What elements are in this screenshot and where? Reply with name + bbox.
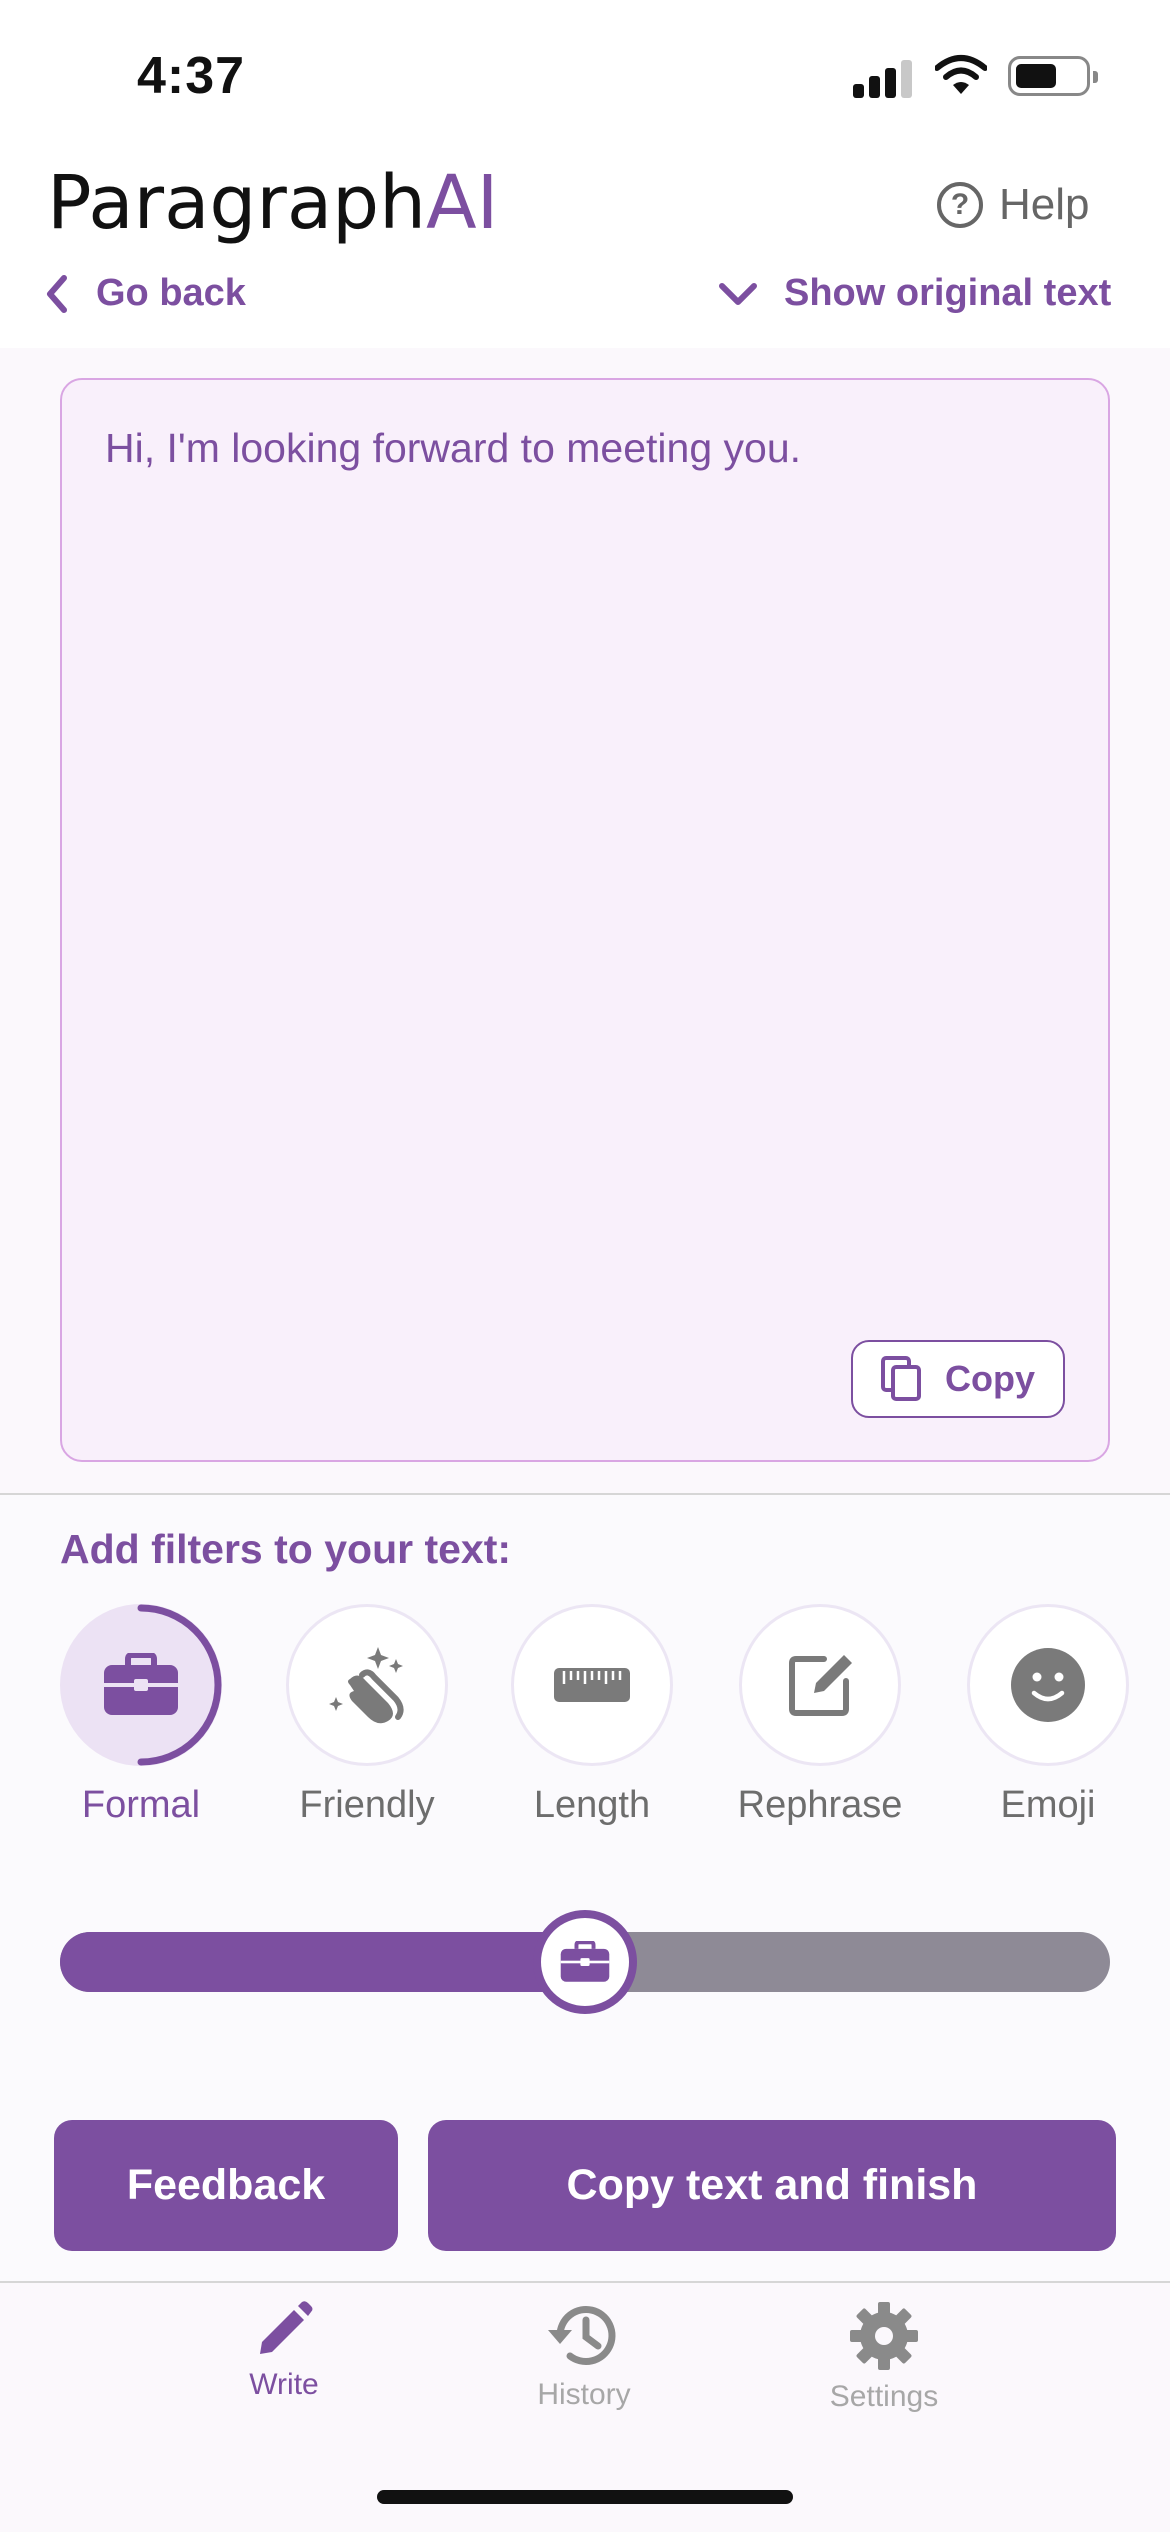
battery-icon xyxy=(1008,56,1098,96)
tab-label: Settings xyxy=(829,2380,939,2413)
filter-friendly-circle[interactable] xyxy=(286,1604,448,1766)
filter-length[interactable]: Length xyxy=(511,1604,673,1827)
tab-settings[interactable]: Settings xyxy=(774,2300,994,2414)
tab-history[interactable]: History xyxy=(474,2300,694,2412)
clapping-hands-icon xyxy=(329,1647,404,1724)
filter-label: Length xyxy=(533,1784,651,1826)
gear-icon xyxy=(850,2302,918,2370)
slider-thumb[interactable] xyxy=(533,1910,637,2014)
copy-label: Copy xyxy=(945,1358,1035,1399)
result-text-card[interactable] xyxy=(60,378,1110,1462)
home-indicator xyxy=(377,2490,793,2504)
chevron-down-icon xyxy=(719,282,757,305)
show-original-text-label: Show original text xyxy=(784,272,1112,314)
filter-label: Formal xyxy=(81,1784,201,1826)
logo-main: Paragraph xyxy=(47,160,427,246)
tab-write[interactable]: Write xyxy=(174,2300,394,2402)
filter-label: Rephrase xyxy=(737,1784,903,1826)
result-text[interactable]: Hi, I'm looking forward to meeting you. xyxy=(105,425,801,472)
filter-rephrase-circle[interactable] xyxy=(739,1604,901,1766)
copy-icon xyxy=(881,1356,921,1401)
go-back-button[interactable]: Go back xyxy=(44,272,246,315)
ruler-icon xyxy=(554,1668,630,1702)
copy-text-and-finish-button[interactable]: Copy text and finish xyxy=(428,2120,1116,2251)
filter-label: Emoji xyxy=(1000,1784,1096,1826)
logo-accent: AI xyxy=(426,160,499,246)
filter-friendly[interactable]: Friendly xyxy=(286,1604,448,1827)
filter-emoji-circle[interactable] xyxy=(967,1604,1129,1766)
filter-formal-circle[interactable] xyxy=(60,1604,222,1766)
copy-button[interactable]: Copy xyxy=(851,1340,1065,1418)
filter-progress-arc xyxy=(137,1604,222,1766)
filter-rephrase[interactable]: Rephrase xyxy=(737,1604,903,1827)
help-label: Help xyxy=(999,180,1090,229)
filter-label: Friendly xyxy=(299,1784,435,1826)
feedback-button[interactable]: Feedback xyxy=(54,2120,398,2251)
chevron-left-icon xyxy=(47,274,67,313)
help-button[interactable]: ? Help xyxy=(937,180,1090,230)
filter-emoji[interactable]: Emoji xyxy=(967,1604,1129,1827)
slider-fill xyxy=(60,1932,585,1992)
go-back-label: Go back xyxy=(96,272,246,314)
app-logo: ParagraphAI xyxy=(47,160,499,246)
filters-title: Add filters to your text: xyxy=(60,1526,512,1572)
show-original-text-button[interactable]: Show original text xyxy=(718,272,1111,315)
status-time: 4:37 xyxy=(137,47,246,105)
filter-formal[interactable]: Formal xyxy=(60,1604,222,1827)
edit-square-icon xyxy=(789,1655,852,1716)
wifi-icon xyxy=(935,55,987,94)
briefcase-icon xyxy=(560,1941,610,1982)
pencil-icon xyxy=(260,2301,313,2354)
filter-length-circle[interactable] xyxy=(511,1604,673,1766)
smiley-icon xyxy=(1011,1648,1085,1722)
tab-label: Write xyxy=(249,2368,319,2401)
history-icon xyxy=(548,2306,616,2365)
cellular-signal-icon xyxy=(853,58,915,98)
tab-label: History xyxy=(537,2378,631,2411)
question-circle-icon: ? xyxy=(937,182,983,228)
